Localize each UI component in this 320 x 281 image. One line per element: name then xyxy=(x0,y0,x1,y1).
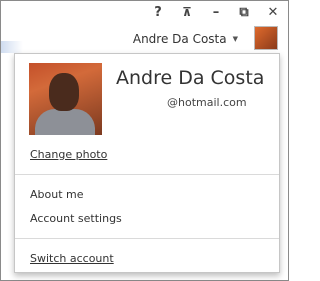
account-settings-link[interactable]: Account settings xyxy=(30,212,122,225)
profile-photo xyxy=(29,63,102,135)
profile-photo-face xyxy=(49,73,79,111)
profile-name: Andre Da Costa xyxy=(116,67,265,89)
minimize-icon[interactable]: – xyxy=(205,3,227,21)
divider xyxy=(15,238,279,239)
ribbon-edge xyxy=(1,41,23,53)
account-name-label: Andre Da Costa xyxy=(132,32,227,46)
account-button[interactable]: Andre Da Costa ▼ xyxy=(133,28,238,50)
profile-photo-shirt xyxy=(35,109,95,135)
profile-email: @hotmail.com xyxy=(167,96,247,109)
avatar[interactable] xyxy=(254,26,278,50)
help-icon[interactable]: ? xyxy=(147,3,169,21)
ribbon-display-options-icon[interactable]: ⊼ xyxy=(176,3,198,21)
account-flyout: Andre Da Costa @hotmail.com Change photo… xyxy=(14,53,280,273)
restore-icon[interactable]: ⧉ xyxy=(233,3,255,21)
chevron-down-icon: ▼ xyxy=(232,35,238,43)
change-photo-link[interactable]: Change photo xyxy=(30,148,107,161)
close-icon[interactable]: ✕ xyxy=(262,3,284,21)
title-bar: ? ⊼ – ⧉ ✕ Andre Da Costa ▼ xyxy=(1,1,288,53)
about-me-link[interactable]: About me xyxy=(30,188,84,201)
divider xyxy=(15,174,279,175)
switch-account-link[interactable]: Switch account xyxy=(30,252,114,265)
office-window: ? ⊼ – ⧉ ✕ Andre Da Costa ▼ Andre Da Cost… xyxy=(0,0,289,281)
